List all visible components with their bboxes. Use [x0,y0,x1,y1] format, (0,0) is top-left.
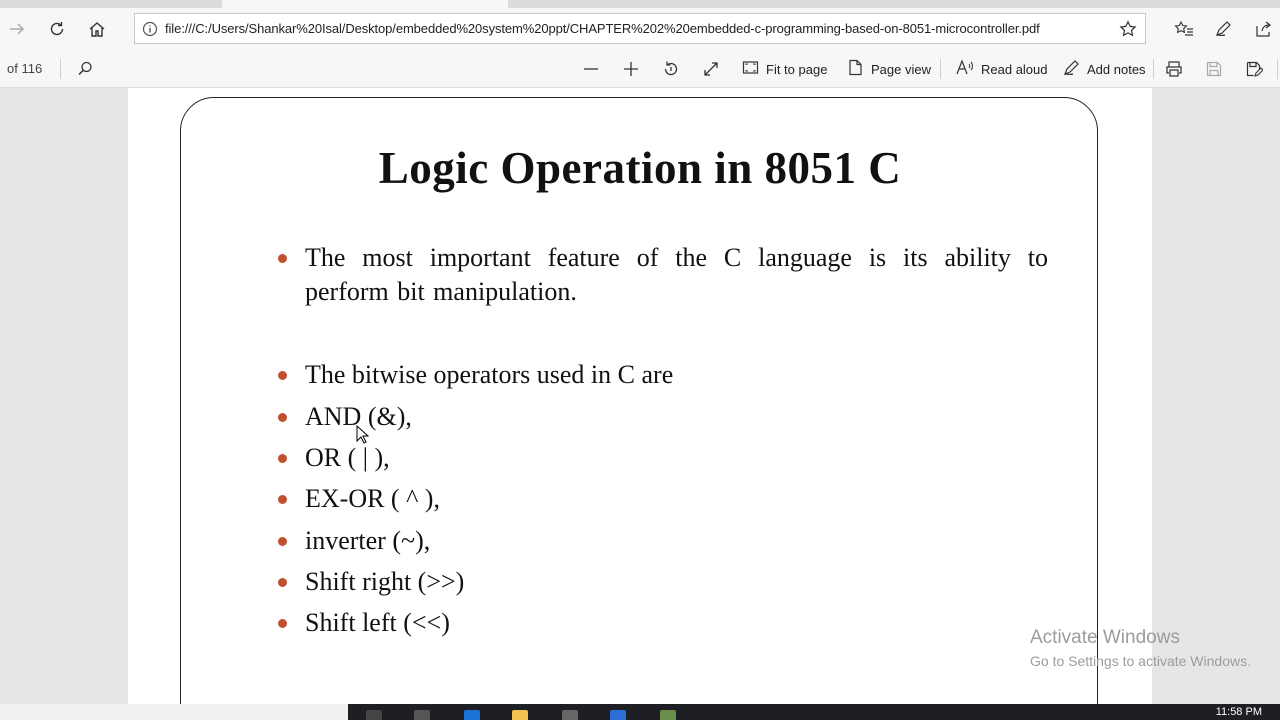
read-aloud-label: Read aloud [981,61,1048,77]
add-notes-label: Add notes [1087,61,1146,77]
watermark-subtitle: Go to Settings to activate Windows. [1030,653,1251,669]
document-viewer[interactable]: Logic Operation in 8051 C The most impor… [0,88,1280,704]
taskbar-app-icon[interactable] [414,710,430,720]
save-as-icon[interactable] [1245,55,1263,83]
address-bar[interactable]: file:///C:/Users/Shankar%20Isal/Desktop/… [134,13,1146,44]
bullet-dot [278,578,287,587]
forward-icon[interactable] [3,15,31,43]
file-explorer-icon[interactable] [512,710,528,720]
info-icon[interactable] [135,14,165,44]
bullet-text: OR ( | ), [305,443,390,472]
page-view-label: Page view [871,61,931,77]
print-icon[interactable] [1165,55,1183,83]
read-aloud-button[interactable]: Read aloud [956,55,1048,83]
activation-watermark: Activate Windows Go to Settings to activ… [1030,627,1251,669]
bullet-text: inverter (~), [305,526,431,555]
fit-to-page-icon [742,59,759,79]
favorites-list-icon[interactable] [1170,15,1198,43]
bullet-text: EX-OR ( ^ ), [305,484,440,513]
bullet-dot [278,537,287,546]
bullet-dot [278,495,287,504]
bullet-dot [278,454,287,463]
watermark-title: Activate Windows [1030,627,1180,648]
bullet-dot [278,254,287,263]
bullet-text: Shift right (>>) [305,567,465,596]
add-notes-button[interactable]: Add notes [1063,55,1146,83]
toolbar-divider [60,59,61,79]
edge-icon[interactable] [464,710,480,720]
share-icon[interactable] [1249,15,1277,43]
url-text[interactable]: file:///C:/Users/Shankar%20Isal/Desktop/… [165,21,1111,36]
mail-icon[interactable] [610,710,626,720]
fullscreen-icon[interactable] [702,55,720,83]
pdf-toolbar: of 116 Fit to page Page view Read aloud [0,50,1280,88]
task-view-icon[interactable] [366,710,382,720]
bullet-dot [278,413,287,422]
zoom-out-icon[interactable] [582,55,600,83]
tab-strip [0,0,1280,8]
page-view-icon [847,59,864,79]
toolbar-divider [940,59,941,79]
pen-icon[interactable] [1209,15,1237,43]
navigation-bar: file:///C:/Users/Shankar%20Isal/Desktop/… [0,8,1280,50]
taskbar: 11:58 PM [0,704,1280,720]
taskbar-app-icon[interactable] [660,710,676,720]
rotate-icon[interactable] [662,55,680,83]
fit-to-page-label: Fit to page [766,61,828,77]
pdf-page: Logic Operation in 8051 C The most impor… [128,88,1152,704]
toolbar-divider [1153,59,1154,79]
bullet-dot [278,371,287,380]
toolbar-divider [1277,59,1278,79]
taskbar-search-box[interactable] [0,704,348,720]
bullet-text: The bitwise operators used in C are [305,360,674,389]
taskbar-clock[interactable]: 11:58 PM [1216,706,1262,718]
bullet-text: The most important feature of the C lang… [305,243,1048,306]
active-tab[interactable] [222,0,508,8]
read-aloud-icon [956,59,974,79]
refresh-icon[interactable] [43,15,71,43]
store-icon[interactable] [562,710,578,720]
bullet-text: Shift left (<<) [305,608,450,637]
save-icon[interactable] [1205,55,1223,83]
search-icon[interactable] [76,55,94,83]
favorite-star-icon[interactable] [1111,19,1145,38]
fit-to-page-button[interactable]: Fit to page [742,55,827,83]
zoom-in-icon[interactable] [622,55,640,83]
home-icon[interactable] [83,15,111,43]
page-view-button[interactable]: Page view [847,55,931,83]
mouse-cursor-icon [356,424,370,450]
page-count: of 116 [7,61,43,76]
bullet-dot [278,619,287,628]
slide-title: Logic Operation in 8051 C [378,143,902,193]
add-notes-pen-icon [1063,59,1080,79]
